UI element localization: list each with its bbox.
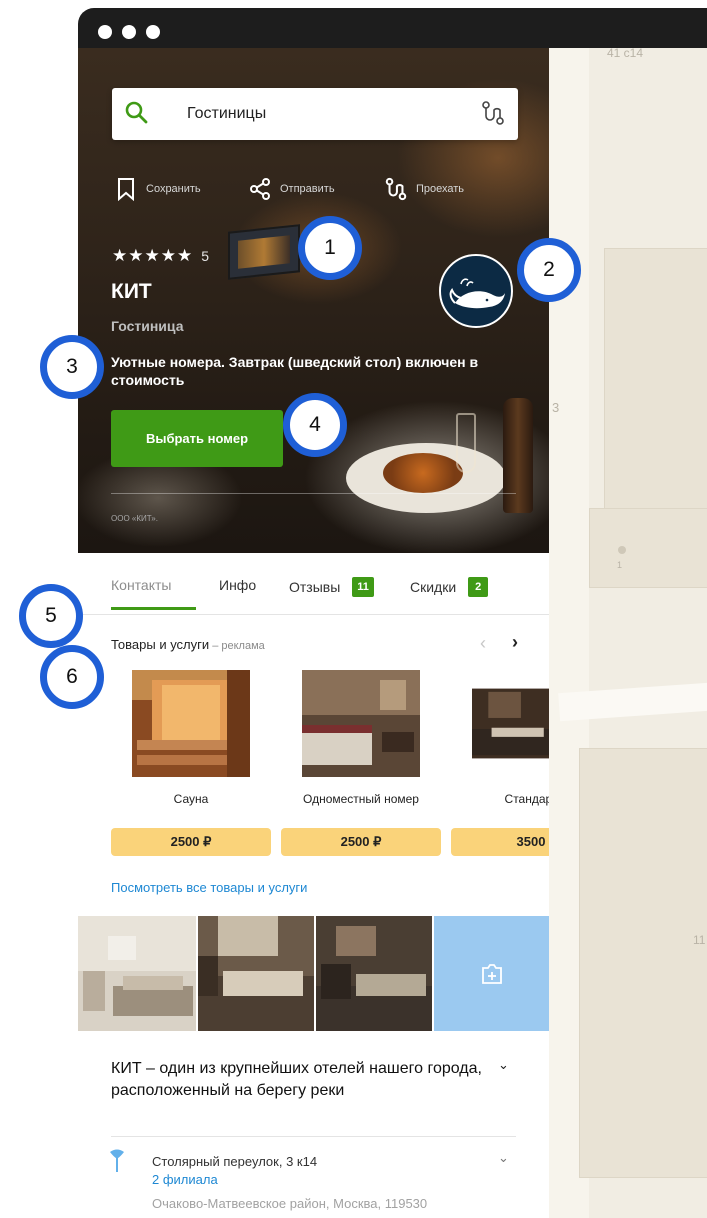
callout-marker: 1 — [298, 216, 362, 280]
chevron-down-icon[interactable]: ⌄ — [498, 1151, 509, 1166]
callout-marker: 6 — [40, 645, 104, 709]
product-name: Сауна — [111, 792, 271, 806]
divider — [111, 1136, 516, 1137]
share-button[interactable]: Отправить — [248, 176, 335, 202]
map-label: 41 с14 — [607, 48, 643, 60]
share-label: Отправить — [280, 183, 335, 195]
gallery-photo[interactable] — [78, 916, 196, 1031]
map-building — [589, 508, 707, 588]
add-photo-button[interactable] — [434, 916, 549, 1031]
all-goods-link[interactable]: Посмотреть все товары и услуги — [111, 880, 307, 895]
hero-tv-shape — [228, 224, 300, 280]
goods-heading: Товары и услуги – реклама — [111, 637, 265, 652]
product-card[interactable]: Одноместный номер 2500 ₽ — [281, 670, 401, 782]
active-tab-indicator — [111, 607, 196, 610]
window-control-dot[interactable] — [98, 25, 112, 39]
product-price: 3500 — [451, 828, 549, 856]
map-label: 3 — [552, 400, 559, 415]
hero-bottle-shape — [503, 398, 533, 513]
chevron-down-icon[interactable]: ⌄ — [498, 1058, 509, 1073]
callout-marker: 2 — [517, 238, 581, 302]
map-point-icon[interactable] — [618, 546, 626, 554]
hotel-description: КИТ – один из крупнейших отелей нашего г… — [111, 1058, 491, 1102]
hotel-category: Гостиница — [111, 318, 183, 334]
search-bar[interactable]: Гостиницы — [112, 88, 518, 140]
gallery-photo[interactable] — [316, 916, 432, 1031]
hotel-name: КИТ — [111, 280, 152, 304]
map-view[interactable]: 41 с14 3 1 11 — [549, 48, 707, 1218]
tab-discounts[interactable]: Скидки 2 — [410, 577, 488, 597]
whale-logo-icon — [439, 254, 513, 328]
product-card[interactable]: Стандарт 3500 — [451, 670, 549, 782]
tab-label: Инфо — [219, 577, 256, 593]
search-input[interactable]: Гостиницы — [187, 105, 266, 123]
goods-title: Товары и услуги — [111, 637, 209, 652]
tab-bar: Контакты Инфо Отзывы 11 Скидки 2 — [78, 553, 549, 615]
promo-text: Уютные номера. Завтрак (шведский стол) в… — [111, 353, 491, 389]
ad-label: – реклама — [209, 640, 265, 652]
add-photo-icon — [480, 963, 504, 985]
route-icon — [384, 177, 408, 201]
callout-marker: 4 — [283, 393, 347, 457]
hero-glass-shape — [456, 413, 476, 473]
product-card[interactable]: Сауна 2500 ₽ — [111, 670, 231, 782]
hero-photo: Гостиницы Сохранить Отправить — [78, 48, 549, 553]
window-control-dot[interactable] — [146, 25, 160, 39]
star-icons: ★★★★★ — [112, 246, 193, 266]
district-text: Очаково-Матвеевское район, Москва, 11953… — [152, 1196, 427, 1211]
save-label: Сохранить — [146, 183, 201, 195]
callout-marker: 5 — [19, 584, 83, 648]
tab-info[interactable]: Инфо — [219, 577, 256, 593]
location-pin-icon — [108, 1149, 126, 1173]
choose-room-button[interactable]: Выбрать номер — [111, 410, 283, 467]
map-label: 1 — [617, 560, 622, 570]
product-photo — [302, 670, 420, 777]
map-building — [604, 248, 707, 518]
window-control-dot[interactable] — [122, 25, 136, 39]
tab-label: Отзывы — [289, 579, 340, 595]
product-name: Одноместный номер — [281, 792, 441, 806]
hero-food-shape — [383, 453, 463, 493]
product-price: 2500 ₽ — [111, 828, 271, 856]
photo-gallery — [78, 916, 549, 1031]
save-button[interactable]: Сохранить — [114, 176, 201, 202]
rating: ★★★★★ 5 — [112, 246, 209, 266]
map-building — [579, 748, 707, 1178]
discounts-count-badge: 2 — [468, 577, 488, 597]
route-icon[interactable] — [480, 100, 506, 126]
tab-label: Скидки — [410, 579, 456, 595]
tab-label: Контакты — [111, 577, 171, 593]
gallery-photo[interactable] — [198, 916, 314, 1031]
directions-button[interactable]: Проехать — [384, 176, 464, 202]
product-photo — [472, 670, 549, 777]
share-icon — [248, 177, 272, 201]
tab-reviews[interactable]: Отзывы 11 — [289, 577, 374, 597]
product-photo — [132, 670, 250, 777]
branches-link[interactable]: 2 филиала — [152, 1172, 218, 1187]
address-line: Столярный переулок, 3 к14 — [152, 1154, 317, 1169]
product-price: 2500 ₽ — [281, 828, 441, 856]
bookmark-icon — [114, 177, 138, 201]
carousel-next-button[interactable]: › — [512, 632, 518, 653]
reviews-count-badge: 11 — [352, 577, 374, 597]
product-name: Стандарт — [451, 792, 549, 806]
divider — [111, 493, 516, 494]
carousel-prev-button[interactable]: ‹ — [480, 633, 486, 654]
search-icon[interactable] — [124, 100, 148, 124]
callout-marker: 3 — [40, 335, 104, 399]
copyright: ООО «КИТ». — [111, 514, 158, 523]
map-label: 11 — [693, 933, 705, 947]
rating-value: 5 — [201, 248, 209, 264]
tab-contacts[interactable]: Контакты — [111, 577, 171, 593]
directions-label: Проехать — [416, 183, 464, 195]
